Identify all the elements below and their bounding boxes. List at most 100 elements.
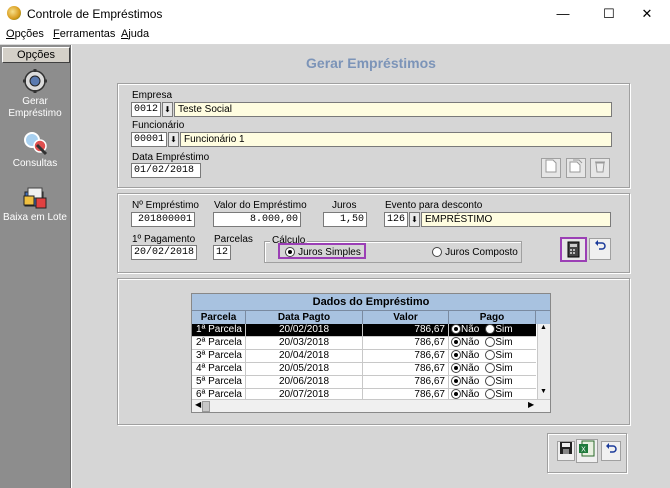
parcelas-field[interactable]: 12 bbox=[213, 245, 231, 260]
table-row[interactable]: 3ª Parcela 20/04/2018 786,67 Não Sim bbox=[192, 350, 536, 363]
column-header-data-pagto[interactable]: Data Pagto bbox=[246, 311, 363, 324]
gear-money-icon bbox=[22, 68, 48, 94]
sidebar-item-consultas[interactable]: Consultas bbox=[2, 130, 68, 170]
cell-pago: Não Sim bbox=[449, 324, 536, 336]
empresa-lookup-button[interactable]: ⬇ bbox=[162, 102, 173, 117]
document-icon bbox=[545, 159, 557, 173]
scroll-down-icon[interactable]: ▼ bbox=[540, 388, 547, 395]
cell-data-pagto: 20/05/2018 bbox=[246, 363, 363, 375]
calculate-button[interactable] bbox=[560, 237, 587, 262]
magnifier-icon bbox=[22, 130, 48, 156]
valor-field[interactable]: 8.000,00 bbox=[213, 212, 301, 227]
radio-label-nao: Não bbox=[461, 324, 480, 335]
radio-composto[interactable] bbox=[432, 247, 442, 258]
cell-pago: Não Sim bbox=[449, 350, 536, 362]
folder-icon bbox=[22, 184, 48, 210]
evento-lookup-button[interactable]: ⬇ bbox=[409, 212, 420, 227]
new-doc-button[interactable] bbox=[541, 158, 561, 178]
column-header-parcela[interactable]: Parcela bbox=[192, 311, 246, 324]
installments-grid: Dados do Empréstimo Parcela Data Pagto V… bbox=[191, 293, 551, 413]
cell-valor: 786,67 bbox=[363, 324, 449, 336]
column-header-valor[interactable]: Valor bbox=[363, 311, 449, 324]
menu-opcoes[interactable]: Opções bbox=[6, 28, 44, 40]
radio-label-sim: Sim bbox=[495, 324, 513, 335]
radio-label-sim: Sim bbox=[495, 363, 513, 374]
radio-label-nao: Não bbox=[461, 376, 480, 387]
parcelas-label: Parcelas bbox=[214, 234, 253, 245]
cell-pago: Não Sim bbox=[449, 337, 536, 349]
funcionario-code-field[interactable]: 00001 bbox=[131, 132, 167, 147]
funcionario-lookup-button[interactable]: ⬇ bbox=[168, 132, 179, 147]
valor-label: Valor do Empréstimo bbox=[214, 200, 307, 211]
minimize-button[interactable]: — bbox=[540, 0, 586, 27]
radio-simples[interactable] bbox=[285, 247, 295, 258]
hscroll-thumb[interactable] bbox=[202, 401, 210, 412]
radio-pago-nao[interactable] bbox=[451, 324, 461, 335]
radio-label-sim: Sim bbox=[495, 376, 513, 387]
data-emprestimo-field[interactable]: 01/02/2018 bbox=[131, 163, 201, 178]
vertical-scrollbar[interactable]: ▲ ▼ bbox=[537, 324, 550, 399]
undo-button[interactable] bbox=[589, 238, 611, 260]
sidebar-item-label: Consultas bbox=[12, 158, 58, 169]
radio-pago-sim[interactable] bbox=[485, 350, 496, 361]
trash-icon bbox=[595, 161, 605, 173]
radio-pago-nao[interactable] bbox=[451, 337, 461, 348]
scroll-left-icon[interactable]: ◀ bbox=[195, 400, 201, 409]
cell-data-pagto: 20/04/2018 bbox=[246, 350, 363, 362]
delete-doc-button[interactable] bbox=[590, 158, 610, 178]
empresa-name-field[interactable]: Teste Social bbox=[174, 102, 612, 117]
scroll-up-icon[interactable]: ▲ bbox=[540, 324, 547, 331]
calculator-icon bbox=[567, 241, 580, 258]
juros-composto-option[interactable]: Juros Composto bbox=[432, 246, 518, 258]
radio-pago-sim[interactable] bbox=[485, 337, 496, 348]
undo-bottom-button[interactable] bbox=[601, 441, 621, 461]
radio-pago-sim[interactable] bbox=[485, 363, 496, 374]
horizontal-scrollbar[interactable]: ◀ ▶ bbox=[192, 399, 550, 412]
cell-data-pagto: 20/03/2018 bbox=[246, 337, 363, 349]
sidebar-item-baixa-em-lote[interactable]: Baixa em Lote bbox=[2, 184, 68, 224]
primeiro-pagamento-field[interactable]: 20/02/2018 bbox=[131, 245, 197, 260]
form-title: Gerar Empréstimos bbox=[306, 55, 436, 71]
juros-field[interactable]: 1,50 bbox=[323, 212, 367, 227]
numero-field[interactable]: 201800001 bbox=[131, 212, 195, 227]
radio-pago-nao[interactable] bbox=[451, 363, 461, 374]
table-row[interactable]: 5ª Parcela 20/06/2018 786,67 Não Sim bbox=[192, 376, 536, 389]
funcionario-label: Funcionário bbox=[132, 120, 185, 131]
radio-label-nao: Não bbox=[461, 337, 480, 348]
radio-pago-nao[interactable] bbox=[451, 389, 461, 400]
save-button[interactable] bbox=[557, 441, 575, 461]
radio-pago-nao[interactable] bbox=[451, 350, 461, 361]
evento-code-field[interactable]: 126 bbox=[384, 212, 408, 227]
radio-pago-sim[interactable] bbox=[485, 389, 496, 400]
menu-ajuda[interactable]: Ajuda bbox=[121, 28, 149, 40]
app-icon bbox=[7, 6, 21, 20]
excel-icon: X bbox=[579, 440, 595, 457]
export-excel-button[interactable]: X bbox=[576, 439, 598, 463]
column-header-pago[interactable]: Pago bbox=[449, 311, 536, 324]
cell-pago: Não Sim bbox=[449, 363, 536, 375]
sidebar-header: Opções bbox=[2, 47, 70, 63]
table-row[interactable]: 4ª Parcela 20/05/2018 786,67 Não Sim bbox=[192, 363, 536, 376]
cell-parcela: 4ª Parcela bbox=[192, 363, 246, 375]
cell-data-pagto: 20/06/2018 bbox=[246, 376, 363, 388]
menu-ferramentas[interactable]: Ferramentas bbox=[53, 28, 115, 40]
close-button[interactable]: ✕ bbox=[624, 0, 670, 27]
svg-text:X: X bbox=[581, 447, 586, 454]
table-row[interactable]: 2ª Parcela 20/03/2018 786,67 Não Sim bbox=[192, 337, 536, 350]
funcionario-name-field[interactable]: Funcionário 1 bbox=[180, 132, 612, 147]
grid-header-row: Parcela Data Pagto Valor Pago bbox=[192, 311, 550, 324]
documents-icon bbox=[569, 159, 583, 173]
evento-name-field[interactable]: EMPRÉSTIMO bbox=[421, 212, 611, 227]
sidebar-item-gerar-emprestimo[interactable]: Gerar Empréstimo bbox=[2, 68, 68, 120]
cell-data-pagto: 20/02/2018 bbox=[246, 324, 363, 336]
cell-parcela: 3ª Parcela bbox=[192, 350, 246, 362]
empresa-code-field[interactable]: 0012 bbox=[131, 102, 161, 117]
radio-pago-nao[interactable] bbox=[451, 376, 461, 387]
radio-pago-sim[interactable] bbox=[485, 376, 496, 387]
scroll-right-icon[interactable]: ▶ bbox=[528, 400, 534, 409]
radio-label-nao: Não bbox=[461, 363, 480, 374]
juros-simples-option[interactable]: Juros Simples bbox=[285, 246, 361, 258]
radio-pago-sim[interactable] bbox=[485, 324, 496, 335]
edit-doc-button[interactable] bbox=[566, 158, 586, 178]
table-row[interactable]: 1ª Parcela 20/02/2018 786,67 Não Sim bbox=[192, 324, 536, 337]
